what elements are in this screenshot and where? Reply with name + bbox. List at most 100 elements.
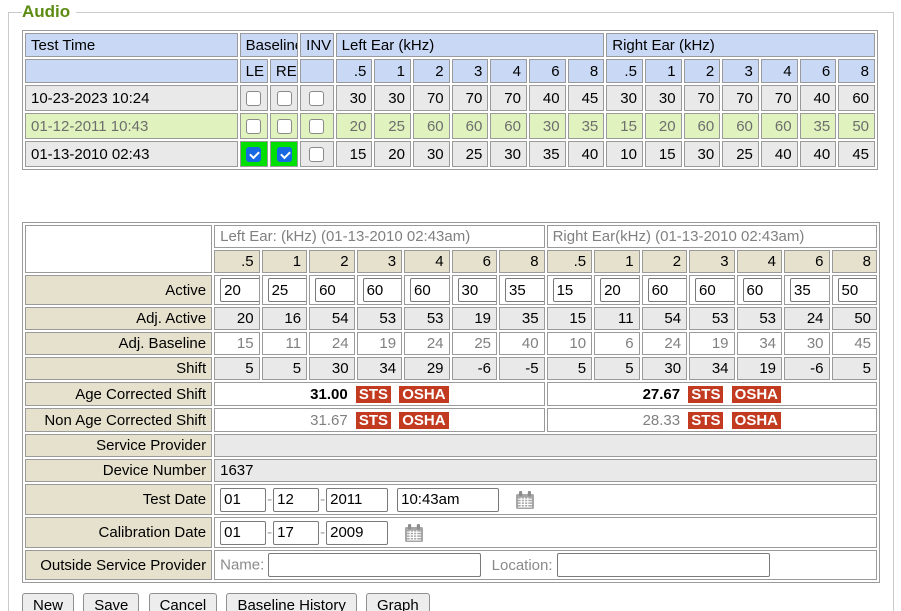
freq-header: .5 xyxy=(547,250,592,273)
left-ear-header: Left Ear: (kHz) (01-13-2010 02:43am) xyxy=(214,225,544,248)
adj-active-cell: 53 xyxy=(689,307,734,330)
freq-header: 2 xyxy=(309,250,354,273)
baseline-re-checkbox[interactable] xyxy=(277,119,292,134)
calibration-month-input[interactable] xyxy=(220,521,266,545)
baseline-le-checkbox[interactable] xyxy=(246,91,261,106)
threshold-cell: 30 xyxy=(413,141,450,167)
shift-cell: -6 xyxy=(784,357,829,380)
active-input-cell xyxy=(784,275,829,305)
adj-active-cell: 35 xyxy=(499,307,545,330)
threshold-cell: 20 xyxy=(336,113,373,139)
adj-active-cell: 15 xyxy=(547,307,592,330)
history-row: 01-12-2011 10:43 20 25 60 60 60 30 35 15… xyxy=(25,113,875,139)
active-threshold-input[interactable] xyxy=(268,278,307,302)
sts-badge: STS xyxy=(356,386,391,403)
baseline-le-checkbox[interactable] xyxy=(246,147,261,162)
threshold-cell: 60 xyxy=(722,113,759,139)
baseline-re-checkbox[interactable] xyxy=(277,91,292,106)
calibration-date-row: Calibration Date -- xyxy=(25,517,877,548)
adj-active-cell: 20 xyxy=(214,307,259,330)
baseline-le-checkbox[interactable] xyxy=(246,119,261,134)
inv-cell xyxy=(300,85,334,111)
threshold-cell: 60 xyxy=(452,113,489,139)
baseline-re-cell xyxy=(270,141,298,167)
test-time-cell[interactable]: 01-13-2010 02:43 xyxy=(25,141,238,167)
empty-cell xyxy=(25,59,238,83)
threshold-cell: 30 xyxy=(684,141,721,167)
shift-cell: 34 xyxy=(357,357,402,380)
threshold-cell: 45 xyxy=(838,141,875,167)
shift-cell: 5 xyxy=(262,357,307,380)
row-label-non-age-corrected: Non Age Corrected Shift xyxy=(25,408,212,432)
shift-cell: 5 xyxy=(214,357,259,380)
test-time-cell[interactable]: 10-23-2023 10:24 xyxy=(25,85,238,111)
active-threshold-input[interactable] xyxy=(505,278,545,302)
threshold-cell: 20 xyxy=(374,141,411,167)
graph-button[interactable]: Graph xyxy=(366,593,430,611)
calendar-icon[interactable] xyxy=(515,491,535,510)
row-label-service-provider: Service Provider xyxy=(25,434,212,457)
threshold-cell: 30 xyxy=(490,141,527,167)
baseline-le-cell xyxy=(240,85,268,111)
cancel-button[interactable]: Cancel xyxy=(149,593,218,611)
active-threshold-input[interactable] xyxy=(315,278,354,302)
threshold-cell: 20 xyxy=(645,113,682,139)
baseline-re-cell xyxy=(270,113,298,139)
active-row: Active xyxy=(25,275,877,305)
threshold-cell: 70 xyxy=(452,85,489,111)
freq-header: 1 xyxy=(594,250,639,273)
calibration-day-input[interactable] xyxy=(273,521,319,545)
active-threshold-input[interactable] xyxy=(743,278,782,302)
inv-checkbox[interactable] xyxy=(309,91,324,106)
test-time-cell[interactable]: 01-12-2011 10:43 xyxy=(25,113,238,139)
history-header-row: Test Time Baseline INV Left Ear (kHz) Ri… xyxy=(25,33,875,57)
test-date-year-input[interactable] xyxy=(326,488,388,512)
active-threshold-input[interactable] xyxy=(600,278,639,302)
adj-baseline-cell: 40 xyxy=(499,332,545,355)
active-threshold-input[interactable] xyxy=(363,278,402,302)
adj-baseline-cell: 10 xyxy=(547,332,592,355)
col-le: LE xyxy=(240,59,268,83)
outside-provider-fields: Name: Location: xyxy=(214,550,877,580)
active-threshold-input[interactable] xyxy=(790,278,829,302)
test-date-day-input[interactable] xyxy=(273,488,319,512)
osha-badge: OSHA xyxy=(732,386,781,403)
sts-badge: STS xyxy=(688,386,723,403)
outside-name-input[interactable] xyxy=(268,553,481,577)
active-threshold-input[interactable] xyxy=(220,278,259,302)
inv-checkbox[interactable] xyxy=(309,147,324,162)
outside-location-input[interactable] xyxy=(557,553,770,577)
active-threshold-input[interactable] xyxy=(838,278,878,302)
osha-badge: OSHA xyxy=(399,412,448,429)
freq-header: 4 xyxy=(404,250,449,273)
active-threshold-input[interactable] xyxy=(695,278,734,302)
active-input-cell xyxy=(499,275,545,305)
calendar-icon[interactable] xyxy=(404,524,424,543)
active-input-cell xyxy=(689,275,734,305)
active-threshold-input[interactable] xyxy=(458,278,497,302)
active-input-cell xyxy=(357,275,402,305)
baseline-history-button[interactable]: Baseline History xyxy=(226,593,356,611)
adj-baseline-cell: 19 xyxy=(357,332,402,355)
non-age-corrected-right: 28.33 STS OSHA xyxy=(547,408,877,432)
active-threshold-input[interactable] xyxy=(553,278,592,302)
threshold-cell: 30 xyxy=(645,85,682,111)
new-button[interactable]: New xyxy=(22,593,74,611)
freq-header: 1 xyxy=(645,59,682,83)
inv-cell xyxy=(300,141,334,167)
non-age-corrected-left-value: 31.67 xyxy=(310,412,348,429)
inv-checkbox[interactable] xyxy=(309,119,324,134)
shift-cell: 5 xyxy=(832,357,878,380)
freq-header: 8 xyxy=(838,59,875,83)
osha-badge: OSHA xyxy=(399,386,448,403)
calibration-year-input[interactable] xyxy=(326,521,388,545)
active-threshold-input[interactable] xyxy=(410,278,449,302)
active-threshold-input[interactable] xyxy=(648,278,687,302)
age-corrected-left: 31.00 STS OSHA xyxy=(214,382,544,406)
non-age-corrected-right-value: 28.33 xyxy=(643,412,681,429)
test-date-month-input[interactable] xyxy=(220,488,266,512)
baseline-re-checkbox[interactable] xyxy=(277,147,292,162)
test-time-input[interactable] xyxy=(397,488,499,512)
adj-active-cell: 53 xyxy=(404,307,449,330)
save-button[interactable]: Save xyxy=(83,593,139,611)
